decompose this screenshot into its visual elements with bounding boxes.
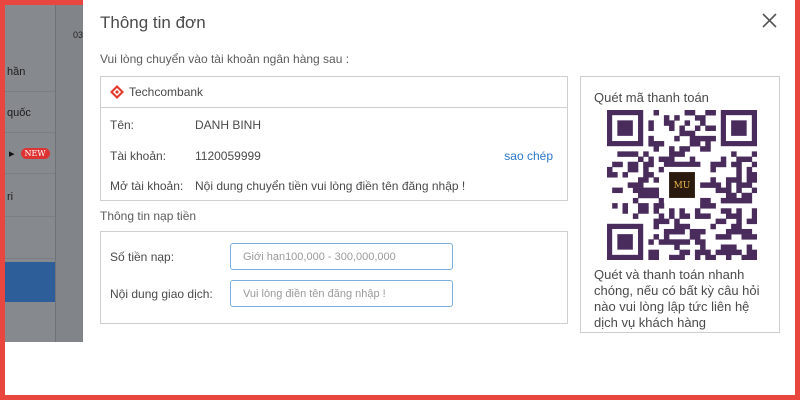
bank-name: Techcombank — [129, 85, 204, 99]
bank-account-panel: Techcombank Tên: DANH BINH Tài khoản: 11… — [100, 76, 568, 201]
account-name-label: Tên: — [110, 118, 135, 132]
sidebar-item[interactable]: quốc — [5, 93, 55, 133]
sidebar-item[interactable]: ri — [5, 177, 55, 217]
close-icon — [762, 13, 777, 28]
account-number-value: 1120059999 — [195, 149, 261, 163]
background-sidebar: hần quốc ▸ NEW ri — [5, 5, 55, 342]
deposit-panel: Số tiền nạp: Nội dung giao dịch: — [100, 231, 568, 324]
amount-label: Số tiền nạp: — [110, 250, 175, 264]
sidebar-item-active[interactable] — [5, 262, 55, 302]
modal-title: Thông tin đơn — [100, 13, 206, 32]
open-account-row: Mở tài khoản: Nội dung chuyển tiền vui l… — [110, 179, 465, 193]
bank-header: Techcombank — [101, 77, 567, 108]
background-number: 03 — [73, 30, 84, 40]
sidebar-item-label: hần — [7, 65, 26, 78]
sidebar-item[interactable]: hần — [5, 52, 55, 92]
transaction-content-input[interactable] — [230, 280, 453, 307]
background-column — [55, 5, 83, 342]
amount-input[interactable] — [230, 243, 453, 270]
qr-description: Quét và thanh toán nhanh chóng, nếu có b… — [594, 267, 760, 330]
techcombank-logo-icon — [110, 85, 124, 99]
account-number-row: Tài khoản: 1120059999 — [110, 149, 261, 163]
transfer-instruction: Vui lòng chuyển vào tài khoản ngân hàng … — [100, 52, 350, 66]
sidebar-item-label: ri — [7, 190, 14, 203]
close-button[interactable] — [760, 11, 780, 31]
open-account-label: Mở tài khoản: — [110, 179, 184, 193]
sidebar-item-label: quốc — [7, 106, 31, 119]
qr-code-image: MU — [607, 110, 757, 260]
qr-panel: Quét mã thanh toán MU Quét và thanh toán… — [580, 76, 780, 333]
qr-center-logo-text: MU — [674, 181, 691, 191]
new-badge: NEW — [20, 148, 50, 159]
open-account-value: Nội dung chuyển tiền vui lòng điền tên đ… — [195, 179, 466, 193]
account-number-label: Tài khoản: — [110, 149, 167, 163]
sidebar-item[interactable]: ▸ NEW — [5, 134, 55, 174]
frame-border — [0, 342, 800, 400]
account-name-row: Tên: DANH BINH — [110, 118, 261, 132]
order-info-modal: Thông tin đơn Vui lòng chuyển vào tài kh… — [83, 0, 795, 342]
copy-link[interactable]: sao chép — [504, 149, 553, 163]
qr-title: Quét mã thanh toán — [594, 90, 709, 105]
sidebar-item[interactable] — [5, 219, 55, 259]
account-name-value: DANH BINH — [195, 118, 262, 132]
deposit-section-label: Thông tin nạp tiền — [100, 209, 197, 223]
transaction-content-label: Nội dung giao dịch: — [110, 287, 213, 301]
